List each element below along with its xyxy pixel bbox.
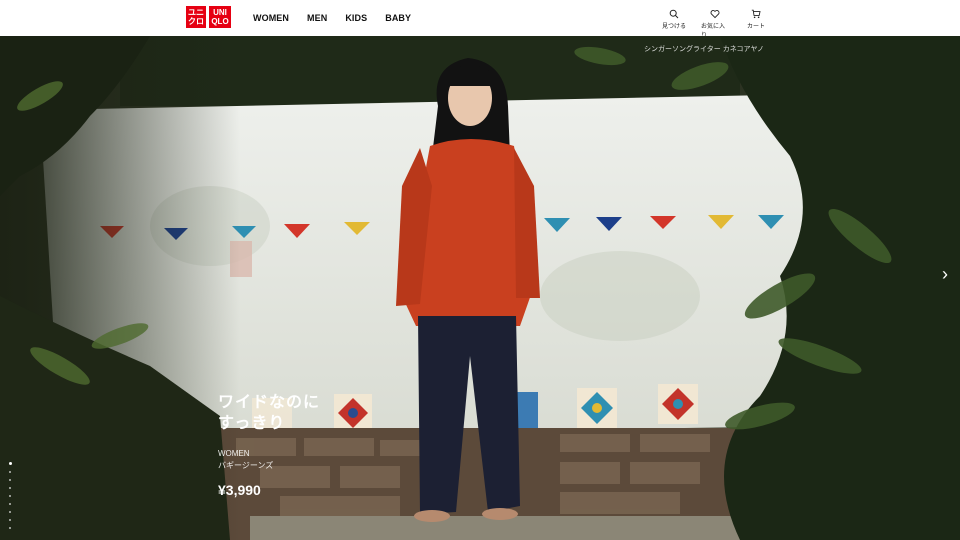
logo-katakana-text: ユニ クロ: [188, 8, 204, 26]
nav-item-baby[interactable]: BABY: [385, 13, 411, 23]
hero-category: WOMEN: [218, 449, 250, 458]
logo-latin: UNI QLO: [209, 6, 231, 28]
main-nav: WOMEN MEN KIDS BABY: [253, 13, 429, 23]
slide-dot[interactable]: [9, 503, 11, 505]
hero-meta: WOMEN バギージーンズ: [218, 448, 320, 472]
hero-headline: ワイドなのに すっきり: [218, 392, 320, 434]
next-slide-arrow-icon[interactable]: ›: [942, 264, 952, 284]
search-icon: [669, 9, 679, 19]
slide-dot[interactable]: [9, 527, 11, 529]
nav-item-women[interactable]: WOMEN: [253, 13, 289, 23]
cart-button[interactable]: カート: [742, 9, 770, 39]
logo-katakana: ユニ クロ: [186, 6, 206, 28]
search-label: 見つける: [661, 24, 686, 30]
search-button[interactable]: 見つける: [660, 9, 688, 39]
slide-dot[interactable]: [8, 462, 12, 465]
nav-item-men[interactable]: MEN: [307, 13, 327, 23]
hero-price: ¥3,990: [218, 482, 261, 498]
hero-headline-line1: ワイドなのに: [218, 394, 321, 411]
slide-dot[interactable]: [9, 487, 11, 489]
logo-latin-text: UNI QLO: [211, 8, 229, 26]
slide-indicator: [8, 462, 12, 529]
cart-label: カート: [746, 24, 765, 30]
slide-dot[interactable]: [9, 471, 11, 473]
hero-headline-line2: すっきり: [218, 415, 286, 432]
slide-dot[interactable]: [9, 511, 11, 513]
hero-copy[interactable]: ワイドなのに すっきり WOMEN バギージーンズ ¥3,990: [218, 392, 320, 498]
site-header: ユニ クロ UNI QLO WOMEN MEN KIDS BABY 見つける お…: [0, 0, 960, 39]
slide-dot[interactable]: [9, 495, 11, 497]
uniqlo-logo[interactable]: ユニ クロ UNI QLO: [186, 6, 231, 28]
photo-credit: シンガーソングライター カネコアヤノ: [644, 46, 764, 53]
utility-nav: 見つける お気に入り カート: [660, 9, 770, 39]
cart-icon: [751, 9, 761, 19]
heart-icon: [710, 10, 720, 19]
hero-photo: [0, 36, 960, 540]
slide-dot[interactable]: [9, 519, 11, 521]
hero-product-name: バギージーンズ: [218, 461, 274, 470]
favorites-button[interactable]: お気に入り: [701, 9, 729, 39]
hero-banner[interactable]: シンガーソングライター カネコアヤノ › ワイドなのに すっきり WOMEN バ…: [0, 36, 960, 540]
slide-dot[interactable]: [9, 479, 11, 481]
nav-item-kids[interactable]: KIDS: [345, 13, 367, 23]
